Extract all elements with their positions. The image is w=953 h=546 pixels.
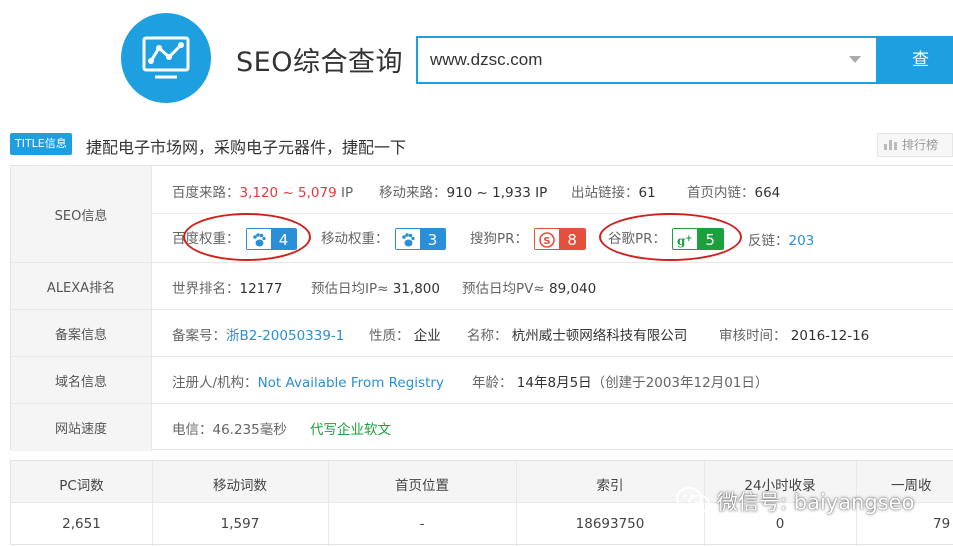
annotation-oval-google	[599, 213, 742, 261]
icp-name: 名称： 杭州威士顿网络科技有限公司	[467, 328, 688, 344]
sogou-pr-badge[interactable]: S 8	[534, 228, 586, 250]
backlinks-link[interactable]: 203	[789, 233, 815, 249]
world-rank: 世界排名：12177	[172, 281, 283, 297]
ranking-button[interactable]: 排行榜	[877, 133, 953, 157]
domain-row: 域名信息 注册人/机构：Not Available From Registry …	[11, 356, 953, 403]
sogou-pr: 搜狗PR： S 8	[470, 227, 586, 250]
wechat-watermark: 微信号: baiyangseo	[675, 486, 914, 521]
row-label-alexa: ALEXA排名	[11, 263, 152, 309]
mobile-weight-badge[interactable]: 3	[394, 228, 447, 250]
baidu-paw-icon	[395, 229, 420, 249]
telecom-speed: 电信：46.235毫秒	[172, 422, 287, 438]
row-label-icp: 备案信息	[11, 310, 152, 356]
search-field[interactable]	[416, 36, 876, 84]
header-home-position: 首页位置	[395, 478, 449, 494]
ad-link[interactable]: 代写企业软文	[310, 418, 391, 438]
site-title-text: 捷配电子市场网，采购电子元器件，捷配一下	[86, 138, 407, 157]
value-mobile-words: 1,597	[220, 516, 260, 532]
logo	[121, 13, 211, 103]
search-button[interactable]: 查 询	[876, 36, 953, 84]
seo-info-row: SEO信息 百度来路：3,120 ~ 5,079 IP 移动来路：910 ~ 1…	[11, 166, 953, 262]
svg-text:S: S	[544, 236, 551, 247]
seo-info-table: SEO信息 百度来路：3,120 ~ 5,079 IP 移动来路：910 ~ 1…	[10, 165, 953, 451]
registrant: 注册人/机构：Not Available From Registry	[172, 375, 444, 391]
value-week-indexed: 79	[933, 516, 951, 532]
search-input[interactable]	[418, 38, 838, 82]
monitor-chart-icon	[142, 36, 190, 79]
backlinks: 反链：203	[748, 233, 815, 249]
row-label-speed: 网站速度	[11, 404, 152, 451]
value-home-position: -	[419, 516, 425, 532]
speed-row: 网站速度 电信：46.235毫秒 代写企业软文	[11, 403, 953, 451]
wechat-icon	[675, 486, 711, 521]
title-info-badge: TITLE信息	[10, 133, 72, 155]
est-daily-pv: 预估日均PV≈ 89,040	[462, 281, 597, 297]
icp-nature: 性质： 企业	[369, 328, 441, 344]
outbound-links: 出站链接：61	[571, 185, 656, 201]
baidu-traffic: 百度来路：3,120 ~ 5,079 IP	[172, 185, 354, 201]
registrant-link[interactable]: Not Available From Registry	[258, 375, 444, 391]
mobile-weight: 移动权重： 3	[321, 227, 447, 250]
header-pc-words: PC词数	[59, 478, 104, 494]
row-label-seo: SEO信息	[11, 166, 152, 262]
value-pc-words: 2,651	[62, 516, 101, 532]
annotation-oval-baidu	[183, 213, 311, 261]
ranking-label: 排行榜	[902, 138, 939, 152]
dropdown-arrow-icon[interactable]	[849, 56, 861, 63]
app-title: SEO综合查询	[236, 47, 403, 78]
est-daily-ip: 预估日均IP≈ 31,800	[311, 281, 440, 297]
header-mobile-words: 移动词数	[213, 478, 267, 494]
icp-number: 备案号：浙B2-20050339-1	[172, 328, 345, 344]
row-label-domain: 域名信息	[11, 357, 152, 403]
watermark-text: 微信号: baiyangseo	[717, 490, 915, 515]
sogou-logo-icon: S	[535, 229, 560, 249]
icp-row: 备案信息 备案号：浙B2-20050339-1 性质： 企业 名称： 杭州威士顿…	[11, 309, 953, 356]
mobile-traffic: 移动来路：910 ~ 1,933 IP	[379, 185, 548, 201]
home-internal-links: 首页内链：664	[687, 185, 781, 201]
bar-chart-icon	[884, 135, 898, 157]
icp-audit-time: 审核时间： 2016-12-16	[719, 328, 870, 344]
alexa-row: ALEXA排名 世界排名：12177 预估日均IP≈ 31,800 预估日均PV…	[11, 262, 953, 309]
domain-age: 年龄： 14年8月5日（创建于2003年12月01日）	[472, 375, 769, 391]
icp-number-link[interactable]: 浙B2-20050339-1	[226, 328, 344, 344]
